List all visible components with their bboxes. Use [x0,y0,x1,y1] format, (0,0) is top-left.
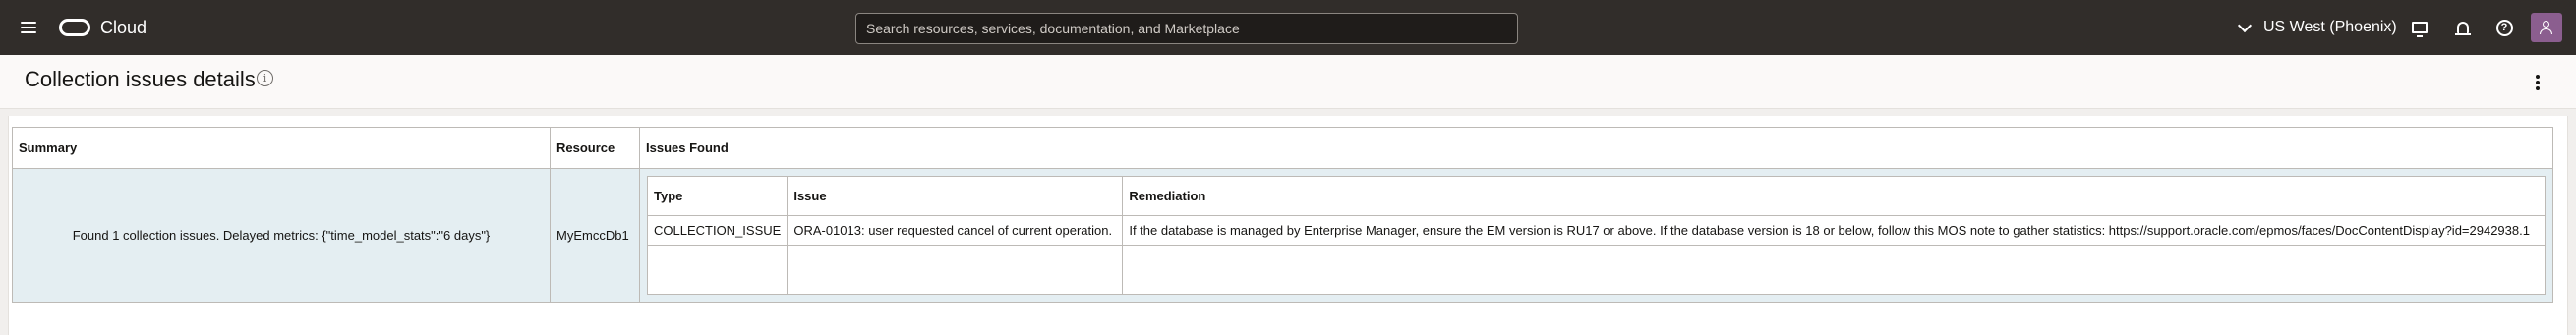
issues-found-cell: Type Issue Remediation COLLECTION_ISSUE … [639,168,2553,303]
more-actions-icon[interactable] [2531,73,2545,92]
info-icon[interactable]: i [257,70,273,86]
issue-type-cell: COLLECTION_ISSUE [646,215,789,246]
menu-icon[interactable] [18,17,39,38]
search-input[interactable] [855,13,1518,44]
region-selector[interactable]: US West (Phoenix) [2237,18,2397,37]
summary-cell: Found 1 collection issues. Delayed metri… [12,168,551,303]
column-header-summary: Summary [12,127,551,169]
remediation-cell: If the database is managed by Enterprise… [1122,215,2546,246]
resource-cell: MyEmccDb1 [550,168,640,303]
profile-button[interactable] [2531,13,2562,42]
help-icon: ? [2495,19,2513,36]
brand-label: Cloud [100,17,147,37]
page-header: Collection issues details i [0,55,2576,109]
empty-cell [1122,245,2546,295]
column-header-issue: Issue [787,176,1124,216]
table-row: Found 1 collection issues. Delayed metri… [12,168,2553,303]
column-header-issues-found: Issues Found [639,127,2553,169]
region-label: US West (Phoenix) [2263,19,2397,35]
top-navigation-bar: Cloud US West (Phoenix) ? [0,0,2576,55]
column-header-remediation: Remediation [1122,176,2546,216]
issues-table: Type Issue Remediation COLLECTION_ISSUE … [646,176,2546,295]
column-header-resource: Resource [550,127,640,169]
notifications-button[interactable] [2451,16,2475,39]
empty-row [646,245,2546,295]
monitor-icon [2412,22,2428,37]
empty-cell [787,245,1124,295]
empty-cell [646,245,789,295]
help-button[interactable]: ? [2492,16,2516,39]
issue-cell: ORA-01013: user requested cancel of curr… [787,215,1124,246]
bell-icon [2455,22,2471,35]
column-header-type: Type [646,176,789,216]
table-row: COLLECTION_ISSUE ORA-01013: user request… [646,215,2546,246]
collection-issues-table: Summary Resource Issues Found Found 1 co… [12,127,2553,303]
chevron-down-icon [2237,18,2253,32]
oracle-cloud-home-link[interactable]: Cloud [59,16,146,39]
cloud-shell-button[interactable] [2408,16,2431,39]
page-title: Collection issues details [25,67,256,91]
oracle-logo-icon [59,19,90,36]
